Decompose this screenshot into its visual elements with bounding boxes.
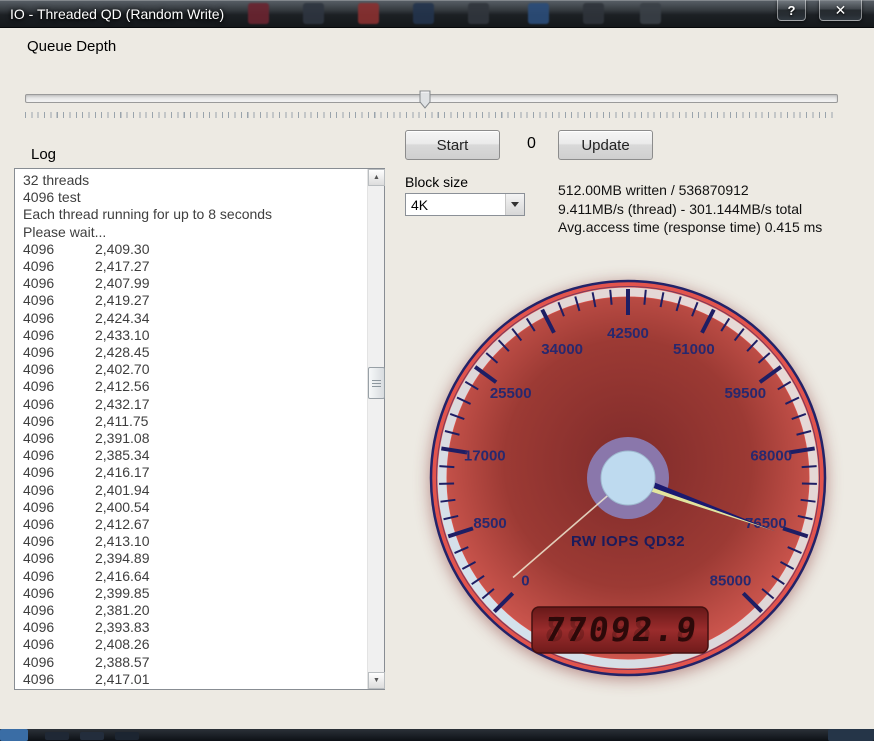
gauge-tick-label: 59500	[724, 385, 766, 402]
taskbar-icon	[45, 732, 69, 740]
gauge-tick-label: 17000	[464, 447, 506, 464]
log-line: 32 threads	[23, 172, 366, 189]
scrollbar-thumb[interactable]	[368, 367, 385, 399]
taskbar-icon	[583, 3, 604, 24]
lcd-value: 77092.9	[542, 610, 701, 649]
log-entry: 40962,393.83	[23, 619, 366, 636]
queue-depth-label: Queue Depth	[27, 38, 116, 55]
status-panel: 512.00MB written / 536870912 9.411MB/s (…	[558, 181, 822, 237]
log-entry: 40962,417.27	[23, 258, 366, 275]
log-line: Each thread running for up to 8 seconds	[23, 206, 366, 223]
bottom-taskbar	[0, 729, 874, 741]
close-button[interactable]: ✕	[819, 0, 862, 21]
scroll-down-icon[interactable]: ▼	[368, 672, 385, 689]
log-entry: 40962,409.30	[23, 241, 366, 258]
log-entry: 40962,407.99	[23, 275, 366, 292]
log-entry: 40962,432.17	[23, 396, 366, 413]
log-entry: 40962,399.85	[23, 585, 366, 602]
log-textbox[interactable]: 32 threads4096 testEach thread running f…	[14, 168, 385, 690]
log-entry: 40962,385.34	[23, 447, 366, 464]
taskbar-icon	[413, 3, 434, 24]
gauge-tick-label: 68000	[750, 447, 792, 464]
taskbar-icon	[528, 3, 549, 24]
update-button[interactable]: Update	[558, 130, 653, 160]
block-size-label: Block size	[405, 174, 468, 190]
status-access-time: Avg.access time (response time) 0.415 ms	[558, 218, 822, 237]
gauge-tick-label: 51000	[673, 341, 715, 358]
log-entry: 40962,408.26	[23, 636, 366, 653]
log-entry: 40962,402.70	[23, 361, 366, 378]
log-entry: 40962,419.27	[23, 292, 366, 309]
taskbar-start-fragment	[0, 729, 28, 741]
window-title: IO - Threaded QD (Random Write)	[10, 0, 224, 28]
taskbar-icon	[640, 3, 661, 24]
gauge-tick-label: 0	[521, 573, 529, 590]
queue-depth-slider-thumb[interactable]	[419, 90, 431, 109]
log-entry: 40962,417.01	[23, 671, 366, 688]
log-entry: 40962,412.56	[23, 378, 366, 395]
log-scrollbar[interactable]: ▲ ▼	[367, 169, 384, 689]
window-titlebar[interactable]: IO - Threaded QD (Random Write) ? ✕	[0, 0, 874, 28]
taskbar-icon	[303, 3, 324, 24]
taskbar-icon	[115, 732, 139, 740]
log-line: Please wait...	[23, 224, 366, 241]
log-entry: 40962,412.67	[23, 516, 366, 533]
help-button[interactable]: ?	[777, 0, 806, 21]
log-entry: 40962,381.20	[23, 602, 366, 619]
gauge-hub-cap	[601, 451, 655, 505]
log-entry: 40962,416.17	[23, 464, 366, 481]
gauge-tick-label: 25500	[490, 385, 532, 402]
gauge-tick-label: 8500	[473, 515, 506, 532]
iops-gauge-panel: 0 8500 17000 25500 34000 42500 51000 59500 68000…	[428, 278, 828, 678]
combo-dropdown-button[interactable]	[505, 194, 524, 215]
status-throughput: 9.411MB/s (thread) - 301.144MB/s total	[558, 200, 822, 219]
scroll-up-icon[interactable]: ▲	[368, 169, 385, 186]
log-entry: 40962,400.54	[23, 499, 366, 516]
iops-gauge: 0 8500 17000 25500 34000 42500 51000 59500 68000…	[428, 278, 828, 678]
log-entry: 40962,391.08	[23, 430, 366, 447]
gauge-tick-label: 42500	[607, 325, 649, 342]
log-content: 32 threads4096 testEach thread running f…	[16, 170, 366, 688]
chevron-down-icon	[511, 202, 519, 207]
window-body: Queue Depth Log Start 0 Update Block siz…	[0, 28, 874, 729]
log-entry: 40962,388.57	[23, 654, 366, 671]
log-entry: 40962,433.10	[23, 327, 366, 344]
slider-thumb-shape	[419, 90, 431, 109]
log-label: Log	[31, 146, 56, 163]
gauge-title: RW IOPS QD32	[571, 533, 685, 550]
log-entry: 40962,394.89	[23, 550, 366, 567]
start-button[interactable]: Start	[405, 130, 500, 160]
counter-value: 0	[527, 135, 536, 153]
taskbar-icon	[468, 3, 489, 24]
status-written: 512.00MB written / 536870912	[558, 181, 822, 200]
block-size-value: 4K	[406, 197, 505, 213]
log-entry: 40962,401.94	[23, 482, 366, 499]
log-entry: 40962,416.64	[23, 568, 366, 585]
gauge-tick-label: 85000	[710, 573, 752, 590]
queue-depth-slider-ticks	[25, 112, 838, 118]
log-entry: 40962,424.34	[23, 310, 366, 327]
log-entry: 40962,411.75	[23, 413, 366, 430]
queue-depth-slider-track[interactable]	[25, 94, 838, 103]
gauge-tick-label: 34000	[541, 341, 583, 358]
log-line: 4096 test	[23, 189, 366, 206]
scrollbar-grip-icon	[372, 380, 381, 387]
taskbar-icon	[80, 732, 104, 740]
taskbar-icon	[358, 3, 379, 24]
log-entry: 40962,413.10	[23, 533, 366, 550]
log-entry: 40962,428.45	[23, 344, 366, 361]
taskbar-tray-fragment	[828, 729, 874, 741]
block-size-combobox[interactable]: 4K	[405, 193, 525, 216]
taskbar-icon	[248, 3, 269, 24]
